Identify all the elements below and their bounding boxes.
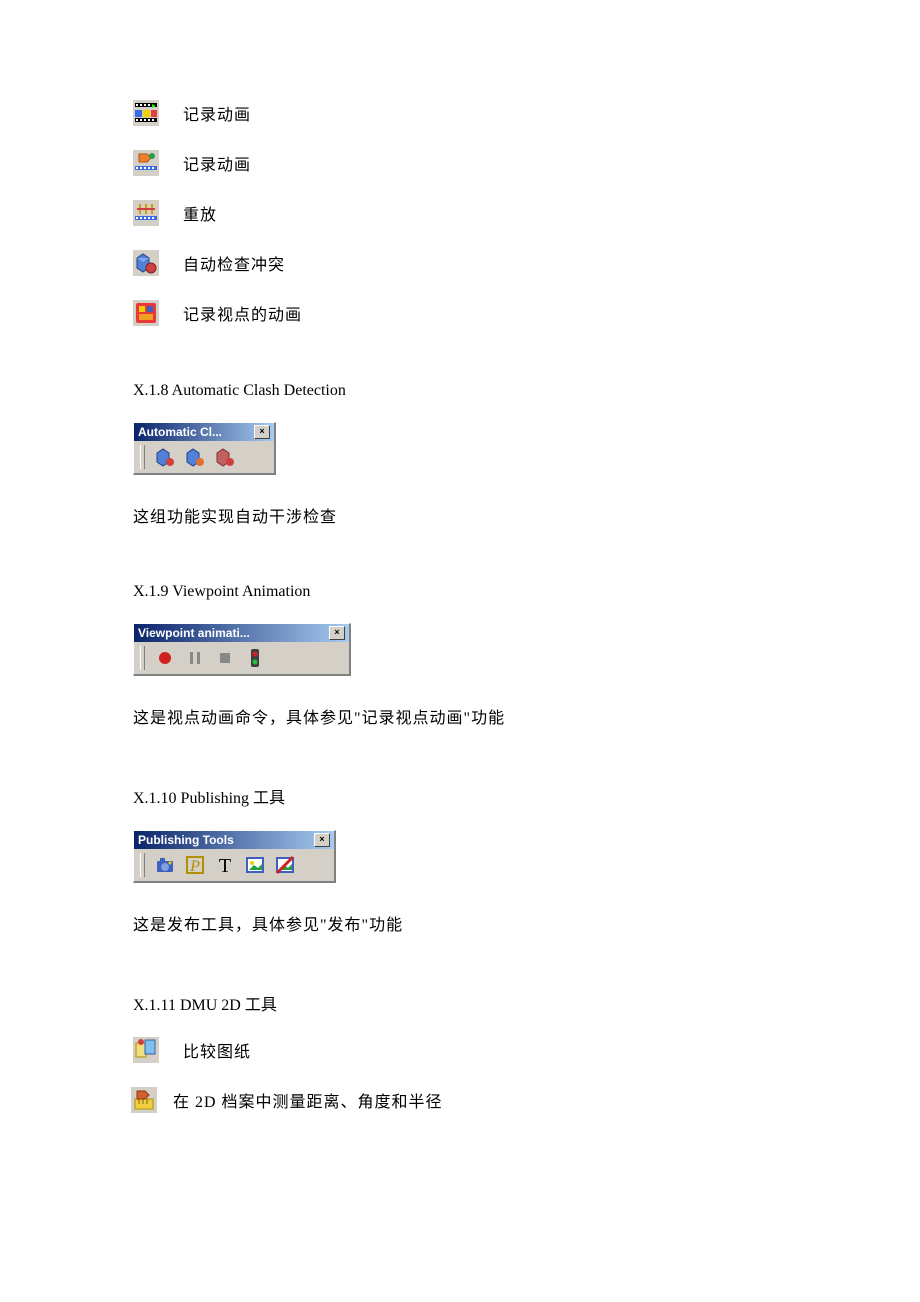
svg-text:P: P [189, 858, 200, 875]
clash-off-button[interactable] [153, 445, 177, 469]
auto-clash-icon [133, 250, 159, 276]
toolbar-titlebar: Viewpoint animati... × [134, 624, 349, 642]
icon-row: 自动检查冲突 [133, 250, 790, 276]
stop-button[interactable] [213, 646, 237, 670]
section-heading-viewpoint: X.1.9 Viewpoint Animation [133, 583, 790, 601]
icon-label: 重放 [183, 201, 217, 225]
image-delete-button[interactable] [273, 853, 297, 877]
record-viewpoint-icon [133, 300, 159, 326]
replay-icon [133, 200, 159, 226]
close-icon[interactable]: × [329, 626, 345, 640]
section-body-clash: 这组功能实现自动干涉检查 [133, 503, 790, 527]
record-anim-1-icon [133, 100, 159, 126]
document-page: 记录动画 记录动画 重放 自动检查冲突 记录视点的动画 X.1.8 Automa… [0, 0, 920, 1197]
clash-on-button[interactable] [183, 445, 207, 469]
section-heading-publishing: X.1.10 Publishing 工具 [133, 784, 790, 808]
icon-label: 在 2D 档案中测量距离、角度和半径 [173, 1088, 443, 1112]
toolbar-grip [140, 853, 145, 877]
image-button[interactable] [243, 853, 267, 877]
close-icon[interactable]: × [254, 425, 270, 439]
toolbar-body: P T [134, 849, 334, 881]
icon-label: 记录动画 [183, 151, 251, 175]
icon-row: 重放 [133, 200, 790, 226]
section-heading-clash: X.1.8 Automatic Clash Detection [133, 382, 790, 400]
pause-button[interactable] [183, 646, 207, 670]
svg-text:T: T [219, 855, 231, 876]
icon-row: 记录动画 [133, 100, 790, 126]
icon-label: 记录动画 [183, 101, 251, 125]
compare-drawing-icon [133, 1037, 159, 1063]
section-body-viewpoint: 这是视点动画命令，具体参见"记录视点动画"功能 [133, 704, 790, 728]
toolbar-title-text: Viewpoint animati... [138, 626, 250, 640]
toolbar-title-text: Publishing Tools [138, 833, 234, 847]
section-heading-dmu2d: X.1.11 DMU 2D 工具 [133, 991, 790, 1015]
toolbar-publishing: Publishing Tools × P T [133, 830, 336, 883]
camera-button[interactable] [153, 853, 177, 877]
toolbar-body [134, 642, 349, 674]
icon-label: 自动检查冲突 [183, 251, 285, 275]
traffic-light-button[interactable] [243, 646, 267, 670]
toolbar-viewpoint-anim: Viewpoint animati... × [133, 623, 351, 676]
measure-2d-icon [131, 1087, 157, 1113]
toolbar-automatic-clash: Automatic Cl... × [133, 422, 276, 475]
section-body-publishing: 这是发布工具，具体参见"发布"功能 [133, 911, 790, 935]
marker-p-button[interactable]: P [183, 853, 207, 877]
toolbar-body [134, 441, 274, 473]
icon-label: 比较图纸 [183, 1038, 251, 1062]
record-button[interactable] [153, 646, 177, 670]
clash-stop-button[interactable] [213, 445, 237, 469]
toolbar-titlebar: Publishing Tools × [134, 831, 334, 849]
icon-row: 在 2D 档案中测量距离、角度和半径 [131, 1087, 790, 1113]
record-anim-2-icon [133, 150, 159, 176]
toolbar-grip [140, 445, 145, 469]
icon-row: 记录视点的动画 [133, 300, 790, 326]
toolbar-grip [140, 646, 145, 670]
icon-label: 记录视点的动画 [183, 301, 302, 325]
text-t-button[interactable]: T [213, 853, 237, 877]
icon-row: 比较图纸 [133, 1037, 790, 1063]
toolbar-titlebar: Automatic Cl... × [134, 423, 274, 441]
close-icon[interactable]: × [314, 833, 330, 847]
icon-row: 记录动画 [133, 150, 790, 176]
toolbar-title-text: Automatic Cl... [138, 425, 222, 439]
